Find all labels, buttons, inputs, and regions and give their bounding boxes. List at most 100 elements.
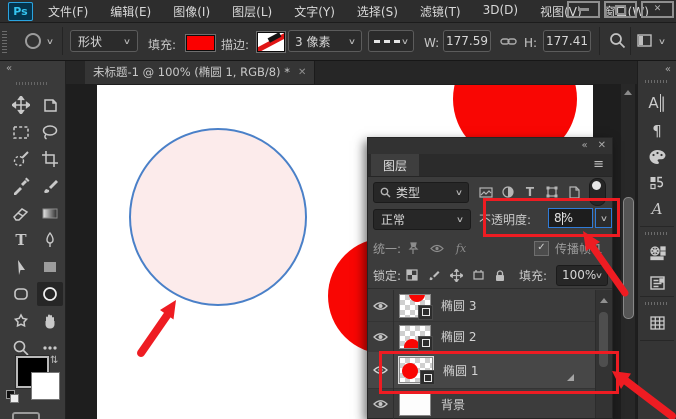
- shape-width-input[interactable]: 177.59: [443, 30, 491, 52]
- quick-mask-icon[interactable]: [12, 412, 40, 419]
- swatches-panel-icon[interactable]: [638, 144, 676, 170]
- filter-pixel-layers-icon[interactable]: [475, 186, 497, 198]
- filter-adjustment-layers-icon[interactable]: [497, 186, 519, 198]
- fill-color-swatch[interactable]: [186, 35, 215, 51]
- hand-tool[interactable]: [37, 309, 63, 333]
- channels-panel-icon[interactable]: [638, 310, 676, 336]
- document-tab[interactable]: 未标题-1 @ 100% (椭圆 1, RGB/8) * ✕: [85, 60, 316, 84]
- workspace-switcher-icon[interactable]: [637, 34, 652, 47]
- gradient-tool[interactable]: [37, 201, 63, 225]
- opacity-dropdown-button[interactable]: ∨: [595, 208, 612, 228]
- unify-effects-icon[interactable]: fx: [449, 242, 473, 255]
- panel-grip[interactable]: [645, 80, 669, 83]
- menu-edit[interactable]: 编辑(E): [110, 3, 151, 20]
- shape-height-input[interactable]: 177.41: [543, 30, 591, 52]
- lock-image-pixels-icon[interactable]: [423, 269, 445, 281]
- layer-row-background[interactable]: 背景: [368, 388, 596, 419]
- custom-shape-tool[interactable]: [8, 309, 34, 333]
- chevron-down-icon[interactable]: ∨: [658, 37, 666, 46]
- rounded-rectangle-tool[interactable]: [8, 282, 34, 306]
- unify-position-icon[interactable]: [401, 241, 425, 255]
- prevent-autonest-icon[interactable]: [467, 269, 489, 281]
- artboard-tool[interactable]: [37, 93, 63, 117]
- pen-tool[interactable]: [37, 228, 63, 252]
- layer-thumbnail[interactable]: [399, 392, 431, 416]
- visibility-eye-icon[interactable]: [368, 321, 394, 352]
- menu-layer[interactable]: 图层(L): [232, 3, 272, 20]
- options-grip[interactable]: [2, 31, 7, 53]
- scroll-up-arrow-icon[interactable]: [624, 90, 632, 95]
- crop-tool[interactable]: [37, 147, 63, 171]
- filter-type-layers-icon[interactable]: T: [519, 185, 541, 199]
- ellipse-tool-preset-icon[interactable]: [24, 32, 42, 50]
- panel-grip[interactable]: [645, 302, 669, 305]
- lock-transparent-pixels-icon[interactable]: [401, 269, 423, 281]
- visibility-eye-icon[interactable]: [368, 290, 394, 321]
- toolbar-grip[interactable]: [16, 82, 48, 85]
- swap-colors-icon[interactable]: ⇅: [50, 355, 58, 366]
- menu-file[interactable]: 文件(F): [48, 3, 88, 20]
- paragraph-panel-icon[interactable]: ¶: [638, 118, 676, 144]
- blend-mode-select[interactable]: 正常 ∨: [373, 208, 471, 230]
- collapse-panel-icon[interactable]: «: [581, 140, 587, 151]
- search-icon[interactable]: [609, 32, 626, 49]
- minimize-button[interactable]: [567, 1, 600, 18]
- character-styles-panel-icon[interactable]: A: [638, 196, 676, 222]
- path-selection-tool[interactable]: [8, 255, 34, 279]
- menu-3d[interactable]: 3D(D): [483, 3, 518, 20]
- rectangle-tool[interactable]: [37, 255, 63, 279]
- tab-close-icon[interactable]: ✕: [298, 67, 306, 78]
- layer-name[interactable]: 背景: [441, 396, 465, 413]
- ellipse-tool-selected[interactable]: [37, 282, 63, 306]
- eyedropper-tool[interactable]: [8, 174, 34, 198]
- panel-grip[interactable]: [645, 232, 669, 235]
- libraries-panel-icon[interactable]: [638, 240, 676, 266]
- layer-list-scrollbar[interactable]: [595, 290, 612, 418]
- menu-type[interactable]: 文字(Y): [294, 3, 335, 20]
- menu-select[interactable]: 选择(S): [357, 3, 398, 20]
- stroke-dash-style-select[interactable]: ∨: [368, 30, 414, 52]
- default-colors-icon[interactable]: [6, 390, 19, 403]
- background-color-swatch[interactable]: [31, 372, 60, 400]
- lock-all-icon[interactable]: [489, 269, 511, 282]
- glyphs-panel-icon[interactable]: [638, 170, 676, 196]
- canvas-vertical-scrollbar[interactable]: [621, 84, 635, 419]
- eraser-tool[interactable]: [8, 201, 34, 225]
- opacity-input[interactable]: 8%: [548, 208, 593, 228]
- link-dimensions-icon[interactable]: [500, 35, 517, 48]
- close-button[interactable]: ✕: [641, 1, 674, 18]
- visibility-eye-icon[interactable]: [368, 388, 394, 419]
- lock-position-icon[interactable]: [445, 268, 467, 282]
- stroke-width-field[interactable]: 3 像素 ∨: [288, 30, 362, 52]
- quick-selection-tool[interactable]: [8, 147, 34, 171]
- move-tool[interactable]: [8, 93, 34, 117]
- tool-preset-chevron-icon[interactable]: ∨: [46, 37, 54, 46]
- character-panel-icon[interactable]: A |: [638, 90, 676, 116]
- filter-shape-layers-icon[interactable]: [541, 186, 563, 198]
- menu-filter[interactable]: 滤镜(T): [420, 3, 461, 20]
- lasso-tool[interactable]: [37, 120, 63, 144]
- collapse-panel-icon[interactable]: «: [6, 63, 12, 74]
- scrollbar-thumb[interactable]: [599, 312, 608, 367]
- layer-row-ellipse-2[interactable]: 椭圆 2: [368, 321, 596, 353]
- scroll-up-arrow-icon[interactable]: [600, 298, 608, 303]
- filter-kind-select[interactable]: 类型 ∨: [373, 181, 469, 203]
- menu-image[interactable]: 图像(I): [173, 3, 210, 20]
- layer-name[interactable]: 椭圆 3: [441, 297, 476, 314]
- fill-opacity-select[interactable]: 100% ∨: [556, 264, 608, 286]
- layer-name[interactable]: 椭圆 2: [441, 328, 476, 345]
- type-tool[interactable]: T: [8, 228, 34, 252]
- tool-mode-select[interactable]: 形状 ∨: [70, 30, 138, 52]
- brush-tool[interactable]: [37, 174, 63, 198]
- collapse-panels-icon[interactable]: «: [665, 64, 671, 75]
- stroke-style-swatch[interactable]: [257, 32, 285, 52]
- filter-toggle-switch[interactable]: [589, 178, 606, 206]
- panel-menu-icon[interactable]: ≡: [593, 157, 604, 172]
- visibility-eye-icon[interactable]: [368, 352, 394, 388]
- filter-smart-objects-icon[interactable]: [563, 185, 585, 199]
- properties-panel-icon[interactable]: [638, 270, 676, 296]
- scrollbar-thumb[interactable]: [623, 197, 634, 319]
- layer-row-ellipse-1[interactable]: 椭圆 1: [368, 352, 596, 389]
- maximize-button[interactable]: [604, 1, 637, 18]
- unify-visibility-icon[interactable]: [425, 244, 449, 253]
